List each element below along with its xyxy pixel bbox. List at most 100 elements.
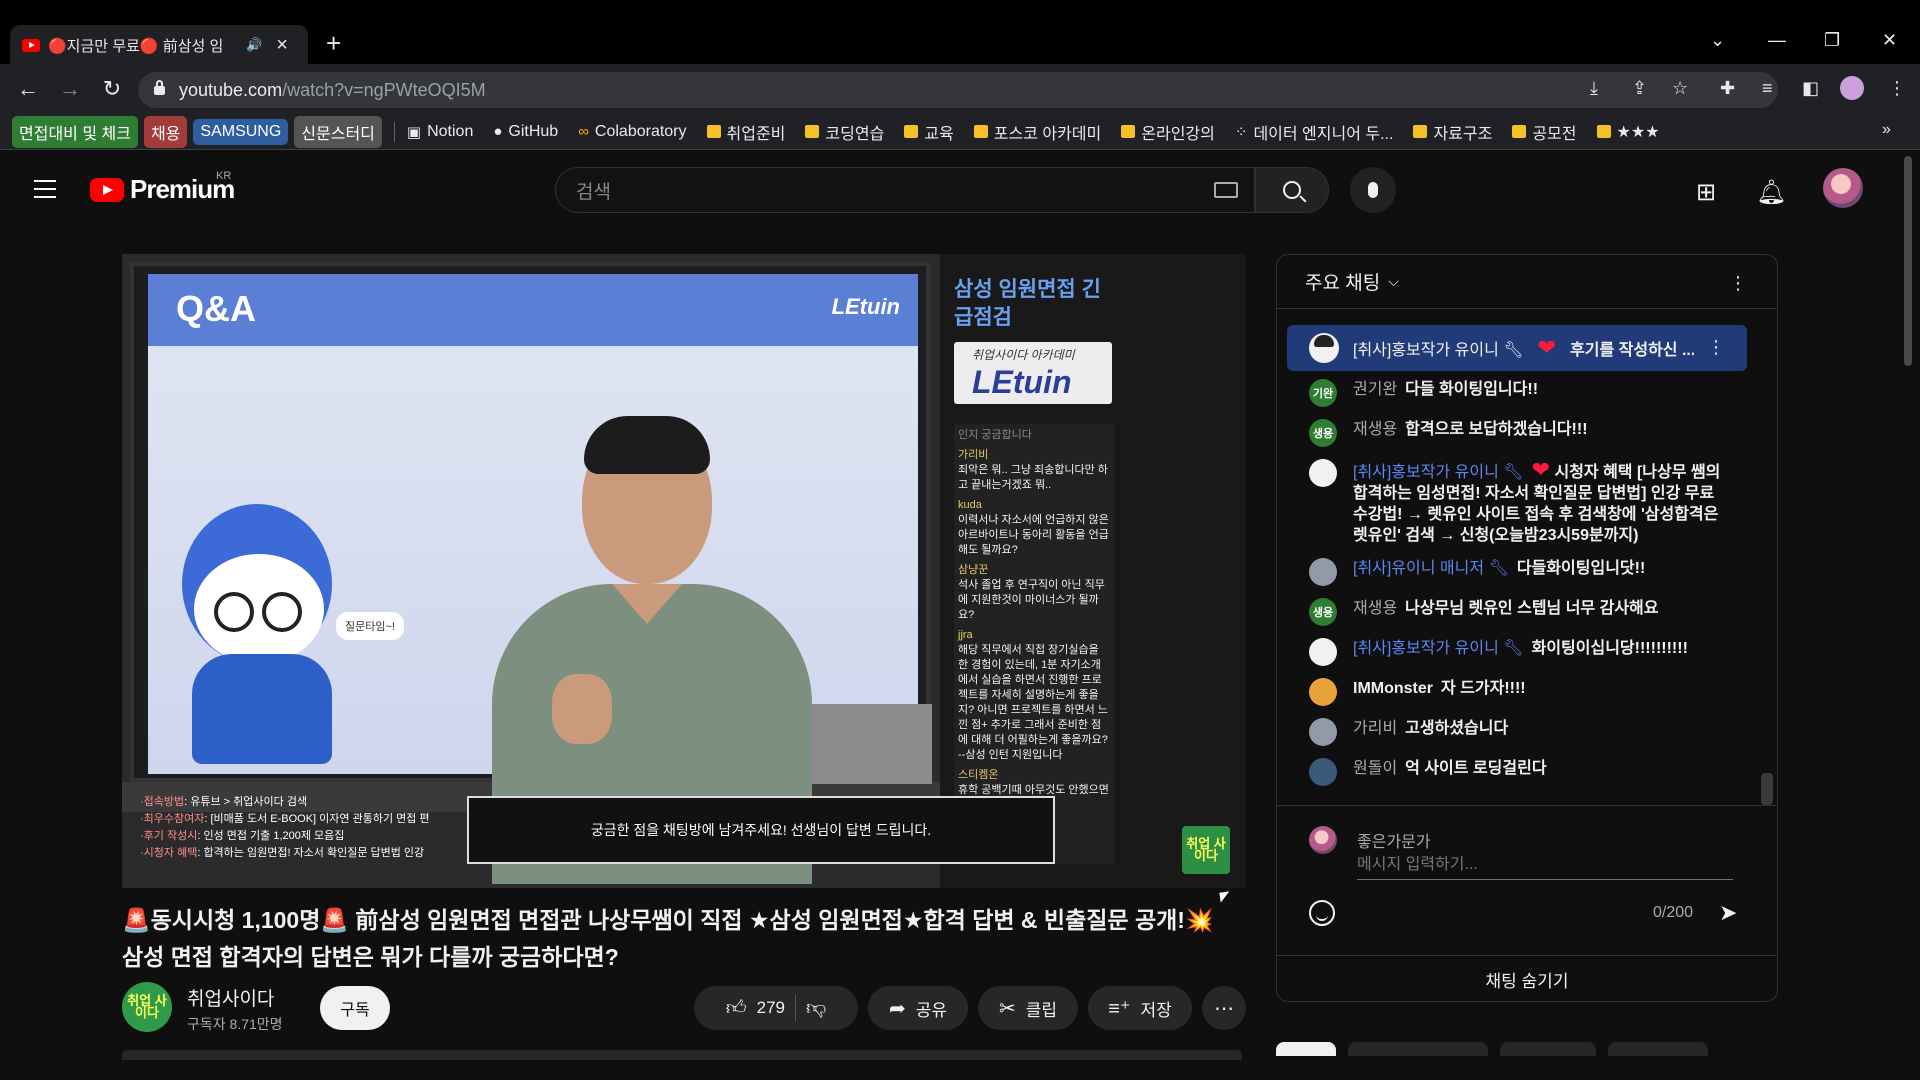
youtube-premium-logo[interactable]: Premium KR: [90, 170, 235, 205]
chat-message[interactable]: 생용 재생용 합격으로 보답하겠습니다!!!: [1277, 413, 1757, 453]
back-arrow-icon[interactable]: ←: [14, 75, 42, 103]
bookmark-folder[interactable]: 공모전: [1512, 120, 1577, 144]
video-player[interactable]: Q&A LEtuin 질문타임~! 삼성 임원면접 긴급점검 취업사이다 아카데…: [122, 254, 1246, 888]
browser-tab-active[interactable]: 🔴지금만 무료🔴 前삼성 임 🔊 ×: [10, 25, 308, 65]
bookmark-folder[interactable]: 포스코 아카데미: [973, 120, 1101, 144]
clip-button[interactable]: ✂ 클립: [978, 986, 1078, 1030]
description-box-edge[interactable]: [122, 1050, 1242, 1060]
pinned-text: 후기를 작성하신 ...: [1570, 342, 1695, 359]
chat-more-icon[interactable]: ⋮: [1729, 273, 1747, 294]
bookmark-folder[interactable]: 취업준비: [706, 120, 786, 144]
search-button[interactable]: [1255, 167, 1329, 213]
send-icon[interactable]: ➤: [1719, 900, 1737, 926]
bookmark-chip-hiring[interactable]: 채용: [143, 115, 188, 148]
audio-playing-icon[interactable]: 🔊: [246, 37, 262, 53]
chat-mode-selector[interactable]: 주요 채팅: [1305, 268, 1380, 295]
voice-search-button[interactable]: [1350, 167, 1396, 213]
video-side-panel: 삼성 임원면접 긴급점검 취업사이다 아카데미 LEtuin 인지 궁금합니다 …: [940, 254, 1246, 888]
chat-scrollbar[interactable]: [1761, 773, 1773, 805]
recommendation-chips: [1276, 1042, 1708, 1056]
address-bar[interactable]: youtube.com /watch?v=ngPWteOQI5M ⤓ ⇪ ☆: [138, 72, 1778, 108]
colab-icon: ∞: [578, 123, 589, 140]
chat-avatar: [1309, 638, 1337, 666]
bookmark-label: 취업준비: [726, 125, 786, 143]
chat-avatar: 생용: [1309, 419, 1337, 447]
bookmark-chip-interview[interactable]: 면접대비 및 체크: [12, 115, 138, 148]
bookmark-data-engineer[interactable]: ⁘ 데이터 엔지니어 두...: [1235, 120, 1394, 144]
bookmark-folder[interactable]: 자료구조: [1413, 120, 1492, 144]
save-button[interactable]: ≡⁺ 저장: [1088, 986, 1192, 1030]
bookmark-colab[interactable]: ∞ Colaboratory: [578, 123, 686, 141]
hide-chat-button[interactable]: 채팅 숨기기: [1277, 955, 1777, 1001]
bookmark-star-icon[interactable]: ☆: [1672, 78, 1688, 99]
overlay-chat-name: kuda: [958, 499, 982, 511]
close-window-button[interactable]: ✕: [1882, 30, 1897, 51]
chat-message[interactable]: [취사]홍보작가 유이니 🔧︎ 화이팅이십니당!!!!!!!!!!: [1277, 632, 1757, 672]
chip[interactable]: [1500, 1042, 1596, 1056]
mascot-body: [192, 654, 332, 764]
chat-avatar: [1309, 718, 1337, 746]
bookmark-folder[interactable]: 교육: [904, 120, 954, 144]
bookmark-folder[interactable]: 코딩연습: [805, 120, 884, 144]
chip[interactable]: [1276, 1042, 1336, 1056]
search-icon: [1283, 181, 1301, 199]
dislike-thumb-icon[interactable]: 👎︎: [806, 996, 826, 1020]
profile-avatar-icon[interactable]: [1840, 76, 1864, 100]
chat-message[interactable]: [취사]홍보작가 유이니 🔧︎ ❤ 시청자 혜택 [나상무 쌤의 합격하는 임성면…: [1277, 453, 1757, 552]
new-tab-button[interactable]: +: [326, 28, 341, 59]
bookmark-github[interactable]: ● GitHub: [493, 123, 558, 141]
forward-arrow-icon[interactable]: →: [56, 75, 84, 103]
create-video-icon[interactable]: ⊞: [1696, 178, 1716, 207]
chat-message[interactable]: [취사]유이니 매니저 🔧︎ 다들화이팅입니닷!!: [1277, 552, 1757, 592]
search-input[interactable]: 검색: [555, 167, 1255, 213]
chat-message[interactable]: IMMonster 자 드가자!!!!: [1277, 672, 1757, 712]
bookmark-chip-news[interactable]: 신문스터디: [294, 115, 382, 148]
notifications-bell-icon[interactable]: 🔔︎: [1756, 178, 1786, 207]
pinned-message[interactable]: [취사]홍보작가 유이니 🔧︎ ❤ 후기를 작성하신 ... ⋮: [1287, 325, 1747, 371]
pinned-more-icon[interactable]: ⋮: [1707, 337, 1725, 358]
reload-icon[interactable]: ↻: [98, 75, 126, 103]
media-control-icon[interactable]: ≡: [1762, 78, 1773, 99]
chat-message[interactable]: 가리비 고생하셨습니다: [1277, 712, 1757, 752]
side-panel-icon[interactable]: ◧: [1802, 78, 1819, 99]
minimize-window-button[interactable]: —: [1768, 30, 1786, 51]
more-bookmarks-icon[interactable]: »: [1882, 121, 1891, 139]
bookmark-folder[interactable]: 온라인강의: [1121, 120, 1215, 144]
chat-message[interactable]: 기완 권기완 다들 화이팅입니다!!: [1277, 373, 1757, 413]
bookmark-chip-samsung[interactable]: SAMSUNG: [193, 118, 289, 145]
bookmark-notion[interactable]: ▣ Notion: [407, 123, 473, 141]
folder-icon: [1413, 125, 1428, 138]
chip[interactable]: [1348, 1042, 1488, 1056]
like-dislike-group: 👍︎ 279 👎︎: [694, 986, 858, 1030]
install-app-icon[interactable]: ⤓: [1590, 78, 1598, 99]
page-scrollbar[interactable]: [1904, 156, 1912, 366]
subscribe-button[interactable]: 구독: [320, 986, 390, 1030]
keyboard-icon[interactable]: [1214, 182, 1238, 198]
chat-message-input[interactable]: [1357, 856, 1733, 880]
like-count[interactable]: 279: [757, 998, 785, 1018]
chat-author: 재생용: [1353, 421, 1398, 438]
share-button[interactable]: ➦ 공유: [868, 986, 968, 1030]
save-label: 저장: [1140, 1000, 1172, 1020]
more-actions-button[interactable]: ⋯: [1202, 986, 1246, 1030]
chip[interactable]: [1608, 1042, 1708, 1056]
emoji-smiley-icon[interactable]: [1309, 900, 1335, 926]
chevron-down-icon[interactable]: ⌵: [1388, 273, 1399, 290]
channel-name[interactable]: 취업사이다: [187, 984, 274, 1011]
channel-avatar[interactable]: 취업 사이다: [122, 982, 172, 1032]
channel-badge: 취업 사이다: [1182, 826, 1230, 874]
pinned-author-avatar: [1309, 333, 1339, 363]
bookmark-folder[interactable]: ★★★: [1596, 122, 1660, 142]
close-tab-icon[interactable]: ×: [276, 34, 288, 57]
tab-search-chevron-icon[interactable]: ⌄: [1710, 30, 1725, 51]
menu-hamburger-icon[interactable]: [34, 180, 56, 204]
chat-message[interactable]: 원돌이 억 사이트 로딩걸린다: [1277, 752, 1757, 792]
extensions-puzzle-icon[interactable]: ✚: [1720, 78, 1735, 99]
browser-menu-icon[interactable]: ⋮: [1888, 78, 1906, 99]
share-icon[interactable]: ⇪: [1632, 78, 1647, 99]
like-thumb-icon[interactable]: 👍︎: [726, 996, 747, 1020]
chat-message[interactable]: 생용 재생용 나상무님 렛유인 스텝님 너무 감사해요: [1277, 592, 1757, 632]
account-avatar[interactable]: [1823, 168, 1863, 208]
restore-window-button[interactable]: ❐: [1824, 30, 1840, 51]
search-placeholder: 검색: [576, 181, 611, 203]
